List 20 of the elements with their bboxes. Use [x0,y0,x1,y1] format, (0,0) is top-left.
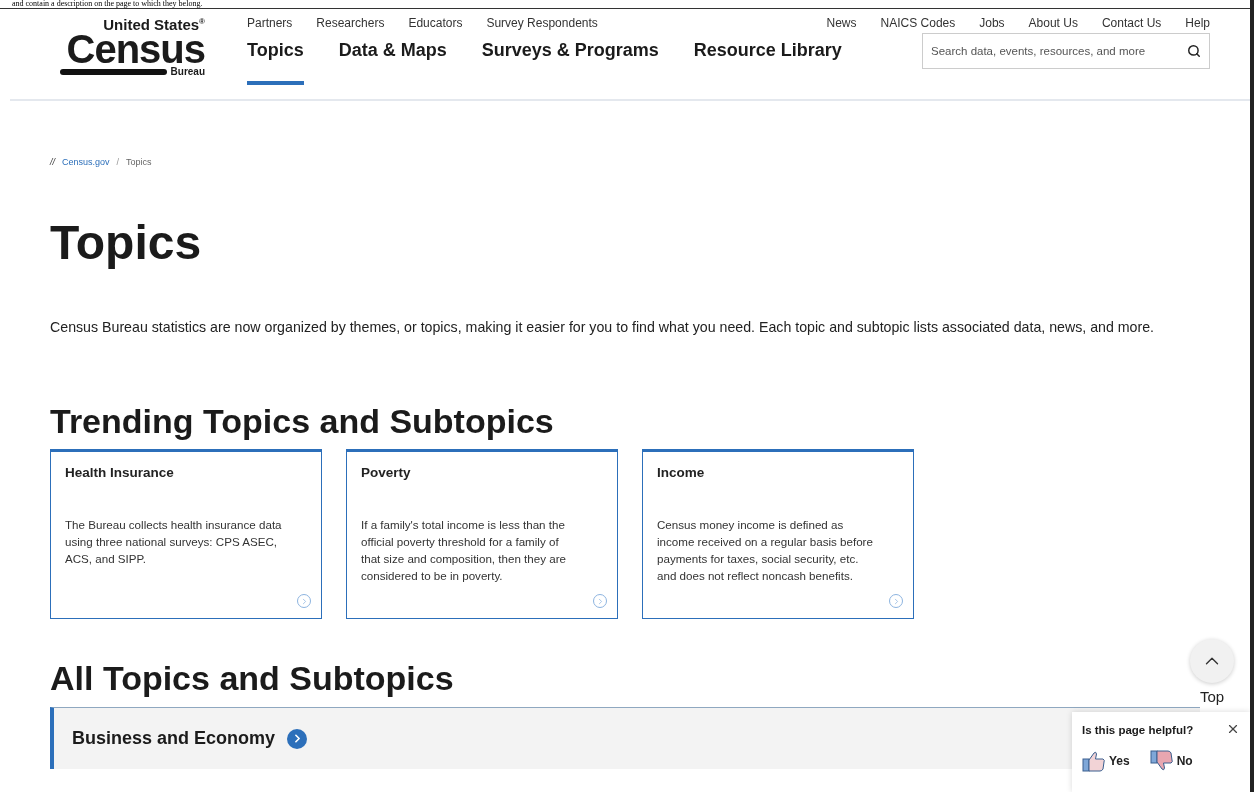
breadcrumb-current: Topics [126,157,152,167]
page-text-fragment: and contain a description on the page to which they belong. [0,0,1250,9]
intro-text: Census Bureau statistics are now organized by themes, or topics, making it easier for you to find what you need. Each topic and subtopic lists associated data, news, and more. [50,318,1156,337]
card-title: Health Insurance [65,465,175,480]
logo-text: United States$^{®}$ [103,15,205,32]
section-heading: All Topics and Subtopics [50,658,454,699]
section-heading: Trending Topics and Subtopics [50,401,554,442]
topic-label: Business and Economy [72,728,276,749]
card-title: Income [657,465,706,480]
logo-text: Bureau [170,66,205,77]
card-text: Census money income is defined as income received on a regular basis before payments for taxes, social security, etc. and does not reflect noncash benefits. [657,517,874,584]
feedback-question: Is this page helpful? [1082,724,1194,736]
card-text: The Bureau collects health insurance data using three national surveys: CPS ASEC, ACS, and SIPP. [65,517,283,567]
top-label: Top [1199,688,1225,705]
breadcrumb-divider: / [116,157,120,167]
logo-wordmark: Census [66,32,205,66]
card-title: Poverty [361,465,412,480]
page-title: Topics [50,215,203,271]
card-text: If a family's total income is less than the official poverty threshold for a family of that size and composition, then they are considered to be in poverty. [361,517,567,584]
breadcrumb-mark: // [50,157,55,167]
